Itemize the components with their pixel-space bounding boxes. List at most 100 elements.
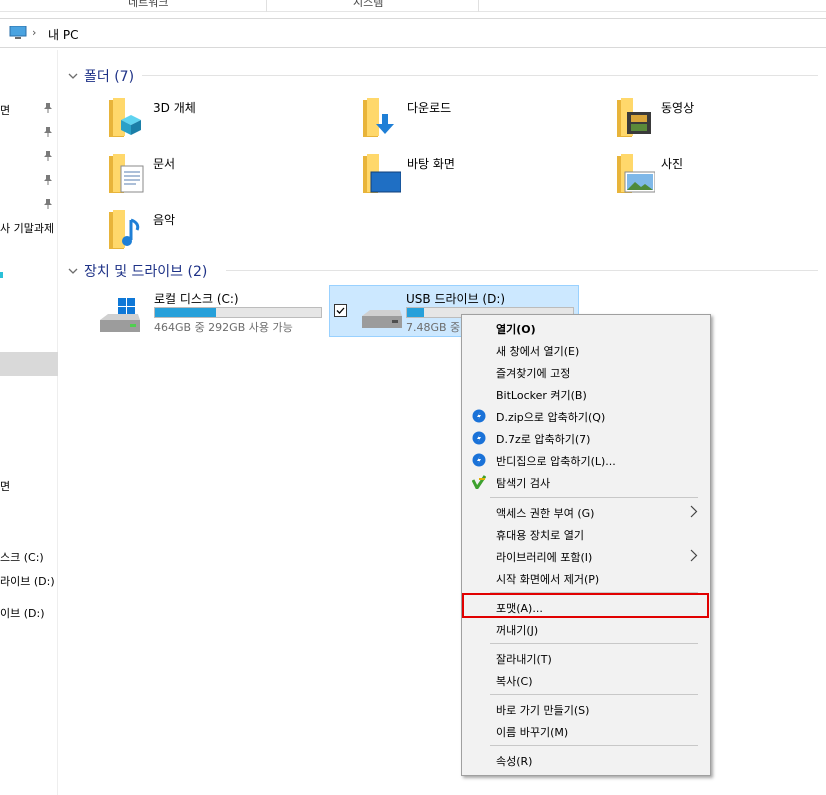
- pictures-folder-icon: [617, 154, 655, 193]
- menu-item-7z-compress[interactable]: D.7z로 압축하기(7): [462, 427, 710, 449]
- drive-space-info: 464GB 중 292GB 사용 가능: [154, 321, 293, 334]
- folders-section-title: 폴더 (7): [84, 69, 135, 85]
- pin-icon[interactable]: [44, 127, 52, 137]
- menu-item-label: D.7z로 압축하기(7): [496, 433, 591, 446]
- ribbon-group-labels: 네트워크 시스템: [0, 0, 826, 12]
- selection-checkbox[interactable]: [334, 304, 347, 317]
- bandizip-icon: [472, 453, 486, 467]
- menu-item-label: 열기(O): [496, 323, 536, 336]
- usb-drive-icon: [362, 310, 402, 328]
- folder-videos[interactable]: 동영상: [615, 96, 826, 146]
- menu-item-label: 잘라내기(T): [496, 653, 552, 666]
- 3d-objects-folder-icon: [109, 98, 141, 137]
- ribbon-group-network: 네트워크: [128, 0, 169, 9]
- folder-label: 바탕 화면: [407, 157, 455, 171]
- folder-documents[interactable]: 문서: [107, 152, 357, 202]
- drives-section-header[interactable]: 장치 및 드라이브 (2): [68, 261, 818, 281]
- chevron-down-icon[interactable]: [68, 71, 78, 81]
- drive-name: 로컬 디스크 (C:): [154, 292, 239, 306]
- menu-item-label: 복사(C): [496, 675, 533, 688]
- menu-separator: [490, 694, 698, 695]
- menu-item-label: 바로 가기 만들기(S): [496, 704, 590, 717]
- pin-icon[interactable]: [44, 103, 52, 113]
- menu-item-give-access[interactable]: 액세스 권한 부여 (G): [462, 501, 710, 523]
- folder-label: 음악: [153, 213, 176, 227]
- folders-section-header[interactable]: 폴더 (7): [68, 66, 818, 86]
- ribbon-divider: [266, 0, 267, 12]
- local-disk-icon: [100, 298, 140, 332]
- chevron-right-icon: [690, 549, 698, 562]
- address-bar[interactable]: › 내 PC: [0, 18, 826, 48]
- menu-item-open-new-window[interactable]: 새 창에서 열기(E): [462, 339, 710, 361]
- folder-desktop[interactable]: 바탕 화면: [361, 152, 611, 202]
- bandizip-icon: [472, 431, 486, 445]
- menu-item-label: 이름 바꾸기(M): [496, 726, 569, 739]
- drive-local-disk-c[interactable]: 로컬 디스크 (C:) 464GB 중 292GB 사용 가능: [78, 286, 328, 338]
- folder-3d-objects[interactable]: 3D 개체: [107, 96, 357, 146]
- pin-icon[interactable]: [44, 175, 52, 185]
- folder-label: 다운로드: [407, 101, 452, 115]
- folder-label: 3D 개체: [153, 101, 196, 115]
- desktop-folder-icon: [363, 154, 401, 193]
- music-folder-icon: [109, 210, 140, 249]
- chevron-down-icon[interactable]: [68, 266, 78, 276]
- menu-item-label: 즐겨찾기에 고정: [496, 367, 571, 380]
- nav-item[interactable]: 면: [0, 478, 10, 494]
- chevron-right-icon: [690, 505, 698, 518]
- drive-space-info: 7.48GB 중: [406, 321, 461, 334]
- drive-usage-bar: [154, 307, 322, 318]
- menu-item-label: 속성(R): [496, 755, 533, 768]
- drive-name: USB 드라이브 (D:): [406, 292, 506, 306]
- menu-item-bandizip-compress[interactable]: 반디집으로 압축하기(L)...: [462, 449, 710, 471]
- menu-item-label: 탐색기 검사: [496, 477, 551, 490]
- menu-item-properties[interactable]: 속성(R): [462, 749, 710, 771]
- folder-pictures[interactable]: 사진: [615, 152, 826, 202]
- menu-item-copy[interactable]: 복사(C): [462, 669, 710, 691]
- section-divider: [142, 75, 818, 76]
- menu-item-eject[interactable]: 꺼내기(J): [462, 618, 710, 640]
- documents-folder-icon: [109, 154, 144, 193]
- menu-item-label: 시작 화면에서 제거(P): [496, 573, 600, 586]
- folder-downloads[interactable]: 다운로드: [361, 96, 611, 146]
- menu-item-label: 새 창에서 열기(E): [496, 345, 580, 358]
- menu-item-label: 라이브러리에 포함(I): [496, 551, 593, 564]
- drive-usage-fill: [407, 308, 424, 317]
- menu-item-label: 반디집으로 압축하기(L)...: [496, 455, 616, 468]
- folder-label: 사진: [661, 157, 684, 171]
- this-pc-icon: [9, 26, 27, 39]
- menu-item-zip-compress[interactable]: D.zip으로 압축하기(Q): [462, 405, 710, 427]
- context-menu: 열기(O) 새 창에서 열기(E) 즐겨찾기에 고정 BitLocker 켜기(…: [461, 314, 711, 776]
- menu-item-label: BitLocker 켜기(B): [496, 389, 587, 402]
- nav-item-usb-drive-d-root[interactable]: 이브 (D:): [0, 605, 45, 621]
- menu-separator: [490, 497, 698, 498]
- drives-section-title: 장치 및 드라이브 (2): [84, 264, 208, 280]
- breadcrumb-chevron-icon[interactable]: ›: [32, 26, 36, 39]
- menu-item-cut[interactable]: 잘라내기(T): [462, 647, 710, 669]
- menu-separator: [490, 643, 698, 644]
- nav-item-this-pc-selected[interactable]: [0, 352, 58, 376]
- menu-item-rename[interactable]: 이름 바꾸기(M): [462, 720, 710, 742]
- pin-icon[interactable]: [44, 199, 52, 209]
- virus-scan-icon: [472, 475, 486, 489]
- menu-item-open-portable-device[interactable]: 휴대용 장치로 열기: [462, 523, 710, 545]
- menu-item-open[interactable]: 열기(O): [462, 317, 710, 339]
- menu-item-label: D.zip으로 압축하기(Q): [496, 411, 606, 424]
- menu-item-unpin-start[interactable]: 시작 화면에서 제거(P): [462, 567, 710, 589]
- menu-item-pin-quick-access[interactable]: 즐겨찾기에 고정: [462, 361, 710, 383]
- menu-item-create-shortcut[interactable]: 바로 가기 만들기(S): [462, 698, 710, 720]
- pin-icon[interactable]: [44, 151, 52, 161]
- downloads-folder-icon: [363, 98, 394, 137]
- menu-item-bitlocker[interactable]: BitLocker 켜기(B): [462, 383, 710, 405]
- breadcrumb-this-pc[interactable]: 내 PC: [48, 26, 78, 43]
- nav-item-usb-drive-d[interactable]: 라이브 (D:): [0, 573, 55, 589]
- menu-separator: [490, 745, 698, 746]
- folder-label: 동영상: [661, 101, 695, 115]
- folder-music[interactable]: 음악: [107, 208, 357, 258]
- folder-label: 문서: [153, 157, 176, 171]
- nav-item[interactable]: 면: [0, 102, 10, 118]
- menu-item-include-library[interactable]: 라이브러리에 포함(I): [462, 545, 710, 567]
- menu-item-virus-scan[interactable]: 탐색기 검사: [462, 471, 710, 493]
- menu-item-label: 휴대용 장치로 열기: [496, 529, 584, 542]
- nav-item-folder[interactable]: 사 기말과제: [0, 220, 54, 236]
- nav-item-local-disk-c[interactable]: 스크 (C:): [0, 549, 44, 565]
